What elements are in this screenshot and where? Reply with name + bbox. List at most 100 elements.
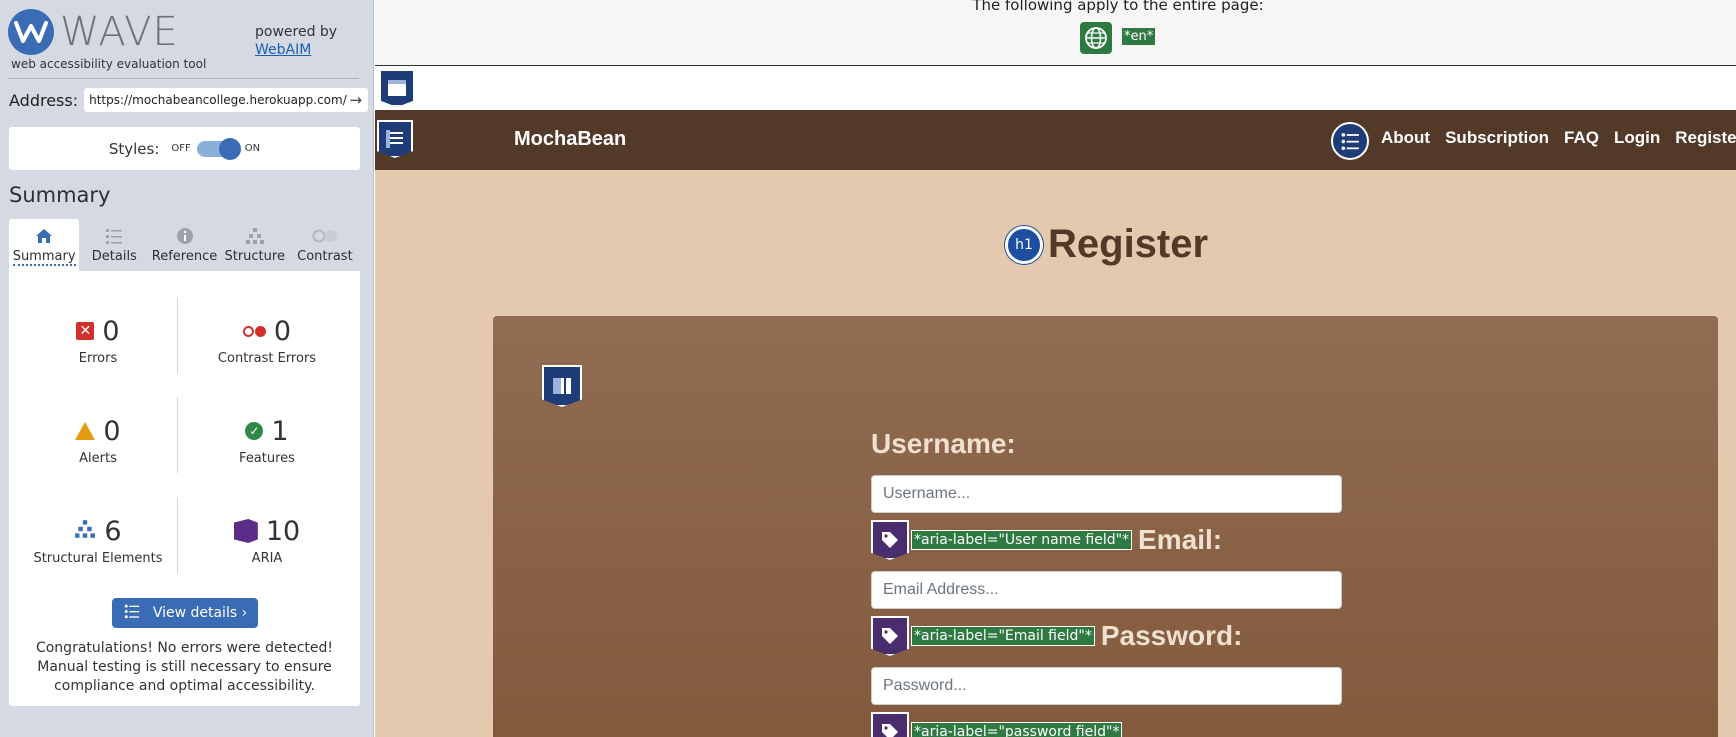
tab-contrast-label: Contrast xyxy=(297,249,353,264)
address-label: Address: xyxy=(9,90,79,110)
globe-icon[interactable] xyxy=(1080,22,1112,54)
divider xyxy=(8,78,359,79)
contrast-errors-count: 0 xyxy=(273,315,292,347)
tab-details-label: Details xyxy=(91,249,137,264)
wave-sidebar: WAVE web accessibility evaluation tool p… xyxy=(0,0,374,737)
tab-details[interactable]: Details xyxy=(79,219,149,271)
wave-logo-icon xyxy=(8,9,54,55)
structure-icon xyxy=(74,519,96,544)
nav-login[interactable]: Login xyxy=(1614,128,1660,148)
error-icon: ✕ xyxy=(76,322,95,340)
password-label: Password: xyxy=(1100,620,1243,651)
aria-label-tag: *aria-label="User name field"* xyxy=(911,530,1133,550)
password-input[interactable]: Password... xyxy=(871,667,1342,705)
aria-label-tag: *aria-label="password field"* xyxy=(911,722,1123,737)
aria-label: ARIA xyxy=(251,551,283,566)
nav-register[interactable]: Register xyxy=(1675,128,1736,148)
webaim-link[interactable]: WebAIM xyxy=(255,41,337,59)
features-label: Features xyxy=(239,451,295,466)
tab-contrast[interactable]: Contrast xyxy=(290,219,360,271)
email-label: Email: xyxy=(1138,524,1223,555)
applies-text: The following apply to the entire page: xyxy=(972,0,1264,14)
powered-by: powered by WebAIM xyxy=(255,23,337,59)
wave-tagline: web accessibility evaluation tool xyxy=(11,57,207,71)
nav-subscription[interactable]: Subscription xyxy=(1445,128,1549,148)
tab-structure[interactable]: Structure xyxy=(220,219,290,271)
view-details-button[interactable]: View details › xyxy=(112,598,258,628)
email-input[interactable]: Email Address... xyxy=(871,571,1342,609)
region-icon[interactable] xyxy=(379,69,415,107)
nav-links: About Subscription FAQ Login Register xyxy=(1381,128,1736,148)
styles-off-label: OFF xyxy=(171,143,191,154)
summary-heading: Summary xyxy=(9,183,111,207)
contrast-icon xyxy=(312,227,338,249)
summary-panel: ✕ 0 Errors 0 Contrast Errors 0 Alerts ✓ 1 … xyxy=(9,271,360,706)
h1-icon[interactable]: h1 xyxy=(1005,225,1043,264)
aria-tag-icon[interactable] xyxy=(871,616,909,656)
nav-about[interactable]: About xyxy=(1381,128,1430,148)
styles-panel: Styles: OFF ON xyxy=(9,127,360,170)
nav-faq[interactable]: FAQ xyxy=(1564,128,1599,148)
page-heading: h1 Register xyxy=(1005,222,1208,267)
tab-bar: Summary Details Reference Structure Cont… xyxy=(9,219,360,271)
go-arrow-icon[interactable]: → xyxy=(350,91,363,109)
page-level-bar: The following apply to the entire page: … xyxy=(375,0,1736,66)
address-row: Address: https://mochabeancollege.heroku… xyxy=(9,88,369,112)
aria-row-email: *aria-label="Email field"* Password: xyxy=(871,616,1242,656)
feature-check-icon: ✓ xyxy=(245,422,264,440)
username-input[interactable]: Username... xyxy=(871,475,1342,513)
stat-contrast-errors[interactable]: 0 Contrast Errors xyxy=(187,315,347,367)
address-value: https://mochabeancollege.herokuapp.com/ xyxy=(89,93,347,107)
divider xyxy=(177,497,178,573)
aria-row-username: *aria-label="User name field"* Email: xyxy=(871,520,1222,560)
styles-on-label: ON xyxy=(244,143,261,154)
navigation-region-icon[interactable] xyxy=(377,120,413,158)
stat-aria[interactable]: 10 ARIA xyxy=(187,515,347,566)
alerts-label: Alerts xyxy=(79,451,117,466)
congrats-message: Congratulations! No errors were detected… xyxy=(35,640,334,694)
structural-count: 6 xyxy=(104,515,122,547)
powered-by-text: powered by xyxy=(255,24,338,40)
site-navbar: MochaBean About Subscription FAQ Login R… xyxy=(375,110,1736,170)
register-form-card: Username: Username... *aria-label="User … xyxy=(493,316,1718,737)
styles-toggle[interactable] xyxy=(196,137,241,160)
address-input[interactable]: https://mochabeancollege.herokuapp.com/ … xyxy=(84,88,369,112)
tab-reference[interactable]: Reference xyxy=(149,219,219,271)
stat-structural[interactable]: 6 Structural Elements xyxy=(18,515,178,567)
errors-count: 0 xyxy=(102,315,120,347)
stat-alerts[interactable]: 0 Alerts xyxy=(18,415,178,466)
brand-link[interactable]: MochaBean xyxy=(514,128,626,151)
alert-icon xyxy=(75,422,96,440)
form-region-icon[interactable] xyxy=(542,365,582,407)
page-preview: The following apply to the entire page: … xyxy=(375,0,1736,737)
page-content: h1 Register Username: Username... *aria-… xyxy=(375,170,1736,737)
tab-reference-label: Reference xyxy=(151,249,218,264)
tab-summary[interactable]: Summary xyxy=(9,219,80,271)
errors-label: Errors xyxy=(78,351,118,366)
page-strip xyxy=(375,66,1736,110)
aria-row-password: *aria-label="password field"* xyxy=(871,712,1123,737)
list-icon xyxy=(123,603,141,623)
hierarchy-icon xyxy=(245,227,265,249)
aria-tag-icon[interactable] xyxy=(871,520,909,560)
list-icon xyxy=(105,227,123,249)
aria-icon xyxy=(233,519,258,543)
stat-errors[interactable]: ✕ 0 Errors xyxy=(18,315,178,366)
alerts-count: 0 xyxy=(103,415,121,447)
wave-logo[interactable]: WAVE xyxy=(8,9,179,55)
aria-tag-icon[interactable] xyxy=(871,712,909,737)
aria-count: 10 xyxy=(265,515,301,547)
lang-tag: *en* xyxy=(1122,28,1156,45)
unordered-list-icon[interactable] xyxy=(1331,122,1369,160)
divider xyxy=(177,397,178,473)
username-label: Username: xyxy=(871,428,1016,459)
aria-label-tag: *aria-label="Email field"* xyxy=(911,626,1095,646)
page-title: Register xyxy=(1048,222,1209,266)
features-count: 1 xyxy=(271,415,289,447)
view-details-label: View details › xyxy=(152,605,248,621)
wave-logo-text: WAVE xyxy=(60,9,179,55)
tab-structure-label: Structure xyxy=(224,249,285,264)
stat-features[interactable]: ✓ 1 Features xyxy=(187,415,347,467)
divider xyxy=(177,297,178,373)
styles-label: Styles: xyxy=(108,139,160,158)
